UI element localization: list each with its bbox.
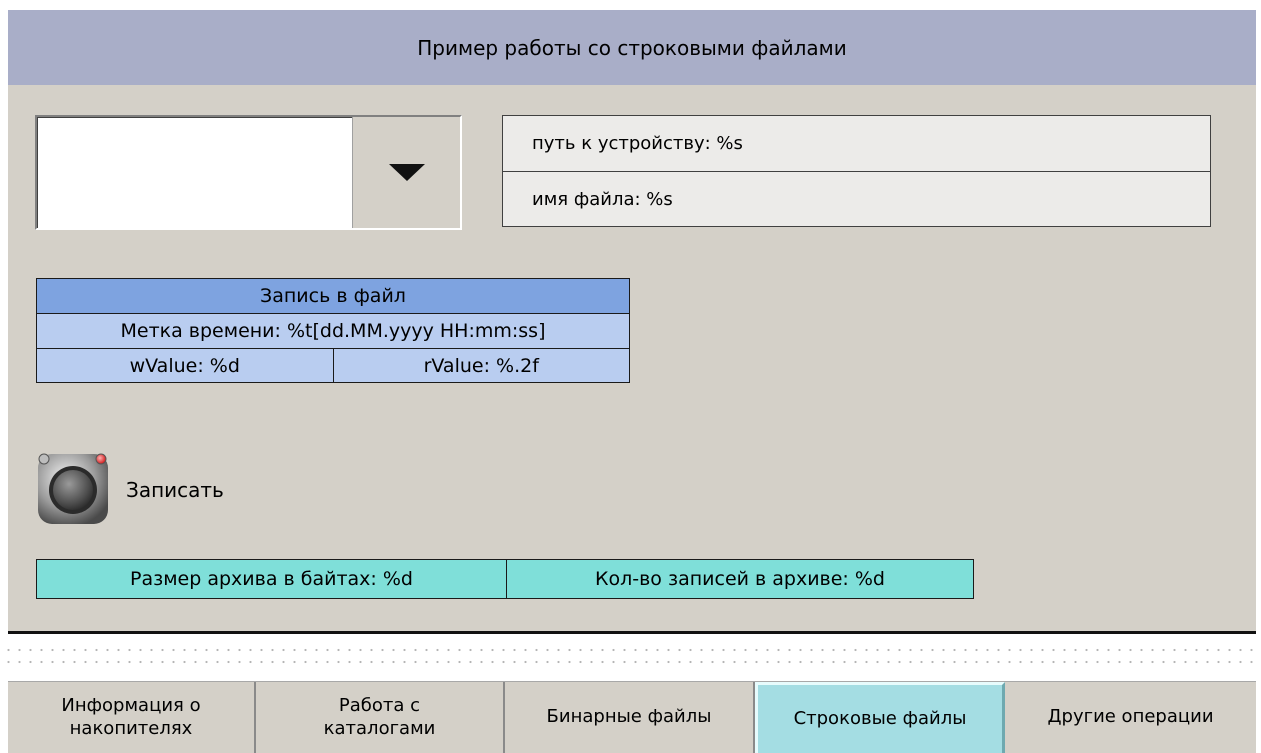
device-combobox[interactable] (35, 115, 462, 230)
tab-label-line2: каталогами (323, 717, 436, 739)
device-info-box: путь к устройству: %s имя файла: %s (502, 115, 1211, 227)
archive-count-label: Кол-во записей в архиве: %d (595, 568, 885, 590)
values-row: wValue: %d rValue: %.2f (37, 349, 629, 382)
tab-string-files[interactable]: Строковые файлы (755, 682, 1005, 753)
write-button-label: Записать (126, 478, 224, 502)
dotted-separator (0, 644, 1261, 670)
rvalue-label: rValue: %.2f (332, 349, 630, 382)
file-name-label: имя файла: %s (503, 171, 1210, 226)
write-to-file-table: Запись в файл Метка времени: %t[dd.MM.yy… (36, 278, 630, 383)
tab-label-line1: Другие операции (1047, 706, 1214, 728)
tab-label-line1: Работа с (338, 695, 421, 716)
archive-info-bar: Размер архива в байтах: %d Кол-во записе… (36, 559, 974, 599)
device-path-label: путь к устройству: %s (532, 133, 743, 154)
title-bar: Пример работы со строковыми файлами (8, 10, 1256, 85)
wvalue-label: wValue: %d (129, 354, 240, 377)
triangle-down-icon (388, 164, 425, 181)
write-table-title: Запись в файл (37, 279, 629, 314)
tab-label: Информация о накопителях (61, 695, 200, 740)
tab-label-line2: накопителях (69, 717, 193, 739)
bottom-navigation: Информация о накопителях Работа с катало… (8, 681, 1256, 753)
round-push-button-icon (38, 453, 108, 524)
tab-storage-info[interactable]: Информация о накопителях (8, 682, 256, 753)
page-title: Пример работы со строковыми файлами (417, 35, 847, 60)
tab-label: Работа с каталогами (324, 695, 436, 740)
tab-other-operations[interactable]: Другие операции (1005, 682, 1256, 753)
tab-label-line1: Информация о (61, 695, 201, 716)
tab-label-line1: Бинарные файлы (546, 706, 712, 728)
tab-label-line1: Строковые файлы (793, 707, 967, 729)
combobox-dropdown-button[interactable] (352, 117, 460, 228)
timestamp-label: Метка времени: %t[dd.MM.yyyy HH:mm:ss] (37, 314, 629, 349)
write-button[interactable] (36, 450, 112, 526)
archive-size-label: Размер архива в байтах: %d (37, 560, 507, 598)
tab-binary-files[interactable]: Бинарные файлы (505, 682, 755, 753)
tab-catalogs[interactable]: Работа с каталогами (256, 682, 505, 753)
